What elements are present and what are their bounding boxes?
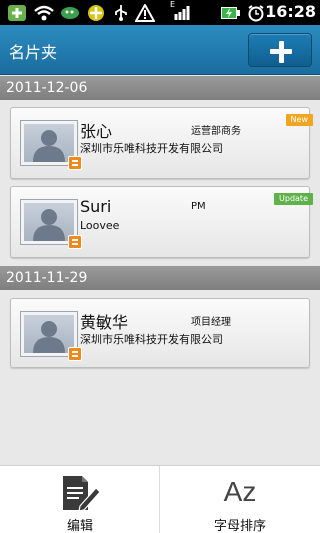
leaf-app-icon — [58, 3, 82, 22]
add-card-button[interactable] — [248, 33, 312, 67]
contact-role: 项目经理 — [191, 317, 231, 328]
avatar — [20, 199, 82, 249]
battery-charging-icon — [218, 3, 242, 22]
card-badge-icon — [68, 235, 82, 249]
smiley-app-icon — [84, 3, 108, 22]
contact-role: PM — [191, 201, 206, 212]
contact-card[interactable]: Suri PM Loovee Update — [10, 186, 313, 258]
status-badge: Update — [274, 193, 313, 205]
edit-label: 编辑 — [66, 519, 93, 533]
bottom-action-bar: 编辑 Az 字母排序 — [0, 465, 320, 533]
date-section-header: 2011-11-29 — [0, 266, 320, 290]
status-bar: E 16:28 — [0, 0, 320, 25]
app-header: 名片夹 — [0, 25, 320, 75]
signal-icon: E — [170, 0, 194, 22]
contact-name: 黄敏华 — [80, 313, 129, 332]
warning-icon — [134, 3, 156, 22]
contact-card[interactable]: 黄敏华 项目经理 深圳市乐唯科技开发有限公司 — [10, 298, 310, 368]
contact-role: 运营部商务 — [191, 126, 241, 137]
sort-label: 字母排序 — [213, 519, 266, 533]
card-badge-icon — [68, 156, 82, 170]
date-section-header: 2011-12-06 — [0, 76, 320, 100]
wifi-icon — [32, 3, 56, 22]
contact-card[interactable]: 张心 运营部商务 深圳市乐唯科技开发有限公司 New — [10, 107, 313, 179]
contact-name: 张心 — [80, 122, 113, 141]
sort-az-icon: Az — [223, 476, 257, 507]
edit-button[interactable]: 编辑 — [0, 466, 160, 533]
status-badge: New — [285, 114, 313, 126]
edit-document-icon — [60, 474, 101, 516]
notification-add-icon — [6, 3, 28, 22]
contact-company: 深圳市乐唯科技开发有限公司 — [80, 333, 223, 346]
contact-company: Loovee — [80, 219, 120, 232]
page-title: 名片夹 — [9, 43, 58, 62]
clock-time: 16:28 — [265, 2, 316, 21]
usb-icon — [110, 3, 132, 22]
avatar — [20, 311, 82, 361]
avatar — [20, 120, 82, 170]
card-badge-icon — [68, 347, 82, 361]
alphabetical-sort-button[interactable]: Az 字母排序 — [160, 466, 320, 533]
contact-name: Suri — [80, 197, 112, 216]
contact-company: 深圳市乐唯科技开发有限公司 — [80, 142, 223, 155]
alarm-icon — [246, 3, 266, 22]
